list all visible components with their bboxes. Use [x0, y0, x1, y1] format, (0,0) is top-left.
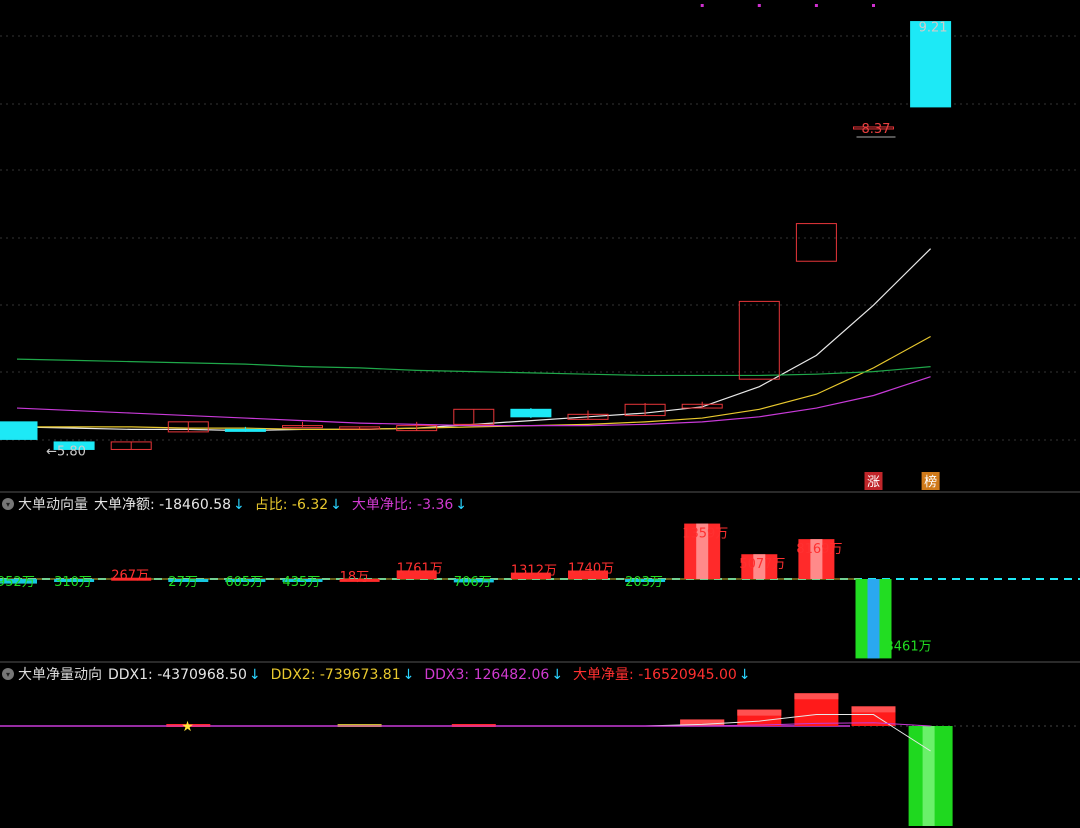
- candle: [510, 408, 552, 418]
- order-label: 5077万: [739, 557, 785, 572]
- candle: [0, 421, 38, 440]
- order-label: 1312万: [511, 564, 557, 579]
- panel2-value-1: 占比: -6.32: [254, 497, 329, 513]
- order-label: 8169万: [796, 542, 842, 557]
- panel2-values: 大单净额: -18460.58 ↓ 占比: -6.32 ↓ 大单净比: -3.36 ↓: [94, 494, 477, 514]
- down-arrow-icon: ↓: [233, 497, 245, 513]
- badge-label: 涨: [867, 475, 880, 490]
- marker-dot: [700, 4, 704, 7]
- order-label: 267万: [111, 569, 149, 584]
- price-annotation: 8.37: [862, 122, 891, 137]
- ddx-bar-top: [851, 706, 896, 713]
- order-label: 203万: [625, 575, 663, 590]
- panel3-value-0: DDX1: -4370968.50: [108, 667, 247, 683]
- down-arrow-icon: ↓: [402, 667, 415, 683]
- order-label: 310万: [54, 575, 92, 590]
- ddx-panel[interactable]: ★: [0, 693, 1080, 826]
- collapse-icon[interactable]: ▾: [2, 668, 14, 680]
- ddx-bar-top: [794, 693, 839, 700]
- panel2-name: 大单动向量: [18, 497, 88, 513]
- down-arrow-icon: ↓: [738, 667, 751, 683]
- marker-dot: [814, 4, 818, 7]
- order-label: 3461万: [886, 639, 932, 654]
- price-annotation: 9.21: [919, 21, 948, 36]
- panel3-value-2: DDX3: 126482.06: [424, 667, 550, 683]
- candle: [738, 300, 780, 380]
- down-arrow-icon: ↓: [551, 667, 564, 683]
- marker-dot: [872, 4, 875, 7]
- order-label: 1761万: [397, 561, 443, 576]
- badge-label: 榜: [924, 474, 937, 490]
- order-label: 1740万: [568, 562, 614, 577]
- big-order-panel[interactable]: 952万 310万 267万 27万 605万 435万 18万 1761万 706万 1312万…: [0, 523, 1080, 659]
- panel3-values: DDX1: -4370968.50 ↓ DDX2: -739673.81 ↓ DDX3:…: [108, 664, 761, 684]
- price-annotation: ←5.80: [46, 444, 86, 459]
- ddx1-line: [17, 714, 931, 752]
- order-label: 605万: [225, 575, 263, 590]
- panel3-name: 大单净量动向: [18, 667, 102, 683]
- down-arrow-icon: ↓: [248, 667, 261, 683]
- panel3-value-1: DDX2: -739673.81: [270, 667, 401, 683]
- down-arrow-icon: ↓: [330, 497, 342, 513]
- candle: [224, 428, 266, 432]
- price-panel[interactable]: 9.21 8.37 ←5.80 涨 榜: [0, 4, 952, 490]
- ddx-bar-highlight: [922, 726, 935, 826]
- order-bar-highlight: [867, 579, 880, 659]
- stock-chart: 9.21 8.37 ←5.80 涨 榜 952万 310万 267万 27万 605万 435万 1…: [0, 4, 1080, 826]
- order-label: 27万: [168, 575, 198, 590]
- order-label: 706万: [454, 575, 492, 590]
- panel3-header: ▾ 大单净量动向 DDX1: -4370968.50 ↓ DDX2: -739673…: [0, 664, 761, 684]
- marker-dot: [757, 4, 761, 7]
- ma-line: [16, 248, 932, 432]
- order-label: 435万: [283, 575, 321, 590]
- collapse-icon[interactable]: ▾: [2, 498, 14, 510]
- panel2-header: ▾ 大单动向量 大单净额: -18460.58 ↓ 占比: -6.32 ↓ 大单净比: …: [0, 494, 477, 514]
- order-label: 1359万: [682, 527, 728, 542]
- order-label: 952万: [0, 575, 35, 590]
- candle: [795, 223, 837, 262]
- star-icon: ★: [181, 719, 194, 735]
- panel2-value-2: 大单净比: -3.36: [351, 497, 454, 513]
- panel3-value-3: 大单净量: -16520945.00: [573, 667, 737, 683]
- order-label: 18万: [340, 570, 370, 585]
- panel2-value-0: 大单净额: -18460.58: [94, 497, 232, 513]
- down-arrow-icon: ↓: [455, 497, 468, 513]
- ddx-bar-top: [737, 709, 782, 716]
